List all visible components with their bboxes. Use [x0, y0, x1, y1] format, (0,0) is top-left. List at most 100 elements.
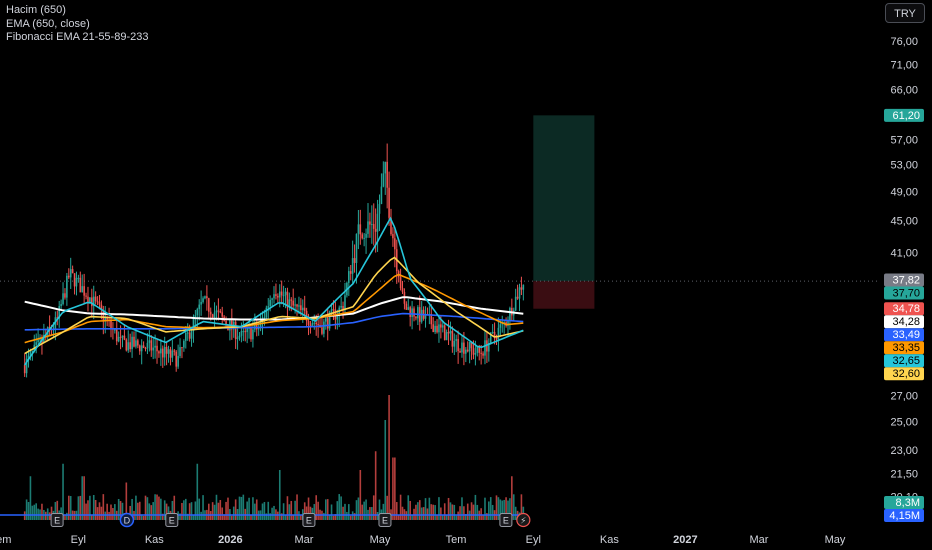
volume-bar	[87, 500, 89, 520]
candle-body	[85, 295, 87, 297]
volume-bar	[447, 497, 450, 520]
candle-body	[307, 321, 310, 325]
candle-body	[275, 294, 277, 296]
volume-bar	[315, 495, 318, 520]
time-tick-label: Mar	[749, 534, 768, 546]
volume-bar	[376, 511, 379, 520]
price-tick-label: 71,00	[890, 60, 918, 72]
candle-body	[311, 323, 314, 326]
volume-bar	[326, 499, 329, 520]
event-marker-earnings[interactable]: E	[165, 513, 179, 527]
volume-bar	[211, 502, 214, 520]
volume-bar	[48, 512, 51, 520]
candle-body	[509, 307, 511, 321]
volume-bar	[46, 508, 49, 520]
candle-body	[209, 311, 212, 315]
candle-body	[69, 269, 72, 278]
volume-bar	[409, 500, 411, 520]
volume-bar	[488, 501, 490, 520]
volume-bar	[424, 498, 427, 520]
currency-button[interactable]: TRY	[885, 3, 925, 23]
volume-bar	[110, 504, 112, 520]
volume-bar	[104, 511, 107, 520]
candle-body	[298, 305, 300, 307]
candle-body	[353, 258, 356, 263]
candle-body	[461, 342, 463, 353]
candle-body	[296, 304, 298, 307]
time-tick-label: Kas	[145, 534, 164, 546]
price-chart[interactable]: E D E E E E ⚡ 76,00 71,00 66,00 57,00 53,00 49,00 45…	[0, 0, 932, 550]
volume-bar	[374, 451, 377, 520]
volume-bar	[96, 507, 99, 520]
volume-legend-title[interactable]: Hacim (650)	[6, 4, 148, 18]
volume-bar	[371, 507, 373, 520]
candle-body	[465, 349, 467, 354]
volume-bar	[480, 508, 482, 520]
time-axis[interactable]: Tem Eyl Kas 2026 Mar May Tem Eyl Kas 2027 Mar May	[0, 534, 846, 546]
volume-bar	[514, 506, 517, 520]
volume-bar	[330, 504, 333, 520]
candle-body	[125, 339, 128, 351]
candle-body	[64, 293, 66, 298]
event-marker-earnings[interactable]: E	[499, 513, 513, 527]
candle-body	[204, 296, 206, 299]
event-marker-earnings[interactable]: E	[50, 513, 64, 527]
candle-body	[269, 299, 271, 307]
volume-bar	[300, 515, 302, 520]
position-tool-zones[interactable]	[533, 115, 595, 309]
price-axis[interactable]: 76,00 71,00 66,00 57,00 53,00 49,00 45,00 41,00…	[890, 36, 918, 503]
candle-body	[359, 224, 362, 235]
volume-bar	[137, 502, 139, 520]
event-marker-dividend[interactable]: D	[119, 512, 135, 528]
candle-body	[376, 213, 379, 232]
event-marker-earnings[interactable]: E	[378, 513, 392, 527]
volume-bar	[158, 496, 160, 520]
volume-bar	[466, 503, 469, 520]
volume-bar	[146, 497, 149, 520]
volume-bar	[294, 500, 296, 520]
candle-body	[516, 296, 519, 299]
volume-bar	[392, 457, 394, 520]
candle-body	[114, 329, 116, 331]
candle-body	[367, 221, 369, 234]
volume-bar	[217, 502, 220, 520]
volume-bar	[296, 494, 298, 520]
candle-body	[493, 331, 496, 336]
candle-body	[324, 318, 327, 322]
price-tick-label: 23,00	[890, 445, 918, 457]
event-marker-split[interactable]: ⚡	[516, 512, 531, 528]
fib-ema-legend-title[interactable]: Fibonacci EMA 21-55-89-233	[6, 31, 148, 45]
candle-body	[482, 353, 484, 356]
volume-bar	[184, 498, 187, 520]
time-tick-label: Eyl	[71, 534, 86, 546]
price-tag-label: 61,20	[892, 110, 920, 122]
volume-bar	[215, 494, 218, 520]
volume-bar	[98, 502, 101, 520]
candle-body	[158, 351, 160, 354]
candle-body	[37, 339, 39, 343]
volume-bar	[69, 496, 72, 520]
candle-body	[202, 298, 204, 302]
price-tick-label: 49,00	[890, 186, 918, 198]
candle-body	[81, 286, 84, 293]
volume-bar	[62, 463, 64, 520]
candle-body	[94, 296, 97, 302]
candle-body	[211, 314, 214, 318]
volume-bar	[470, 502, 473, 520]
candle-body	[415, 316, 417, 319]
volume-bar	[200, 511, 202, 520]
candle-body	[484, 340, 486, 356]
ema-legend-title[interactable]: EMA (650, close)	[6, 18, 148, 32]
event-marker-earnings[interactable]: E	[302, 513, 316, 527]
candle-body	[394, 238, 396, 250]
time-tick-label: May	[370, 534, 391, 546]
volume-bar	[388, 395, 390, 520]
candle-body	[179, 347, 181, 356]
target-zone	[533, 115, 595, 282]
volume-bar	[213, 504, 216, 520]
volume-tag-label: 8,3M	[896, 497, 920, 509]
volume-bar	[418, 500, 421, 520]
volume-bar	[438, 497, 440, 520]
volume-bar	[332, 515, 335, 520]
volume-bar	[100, 506, 103, 520]
